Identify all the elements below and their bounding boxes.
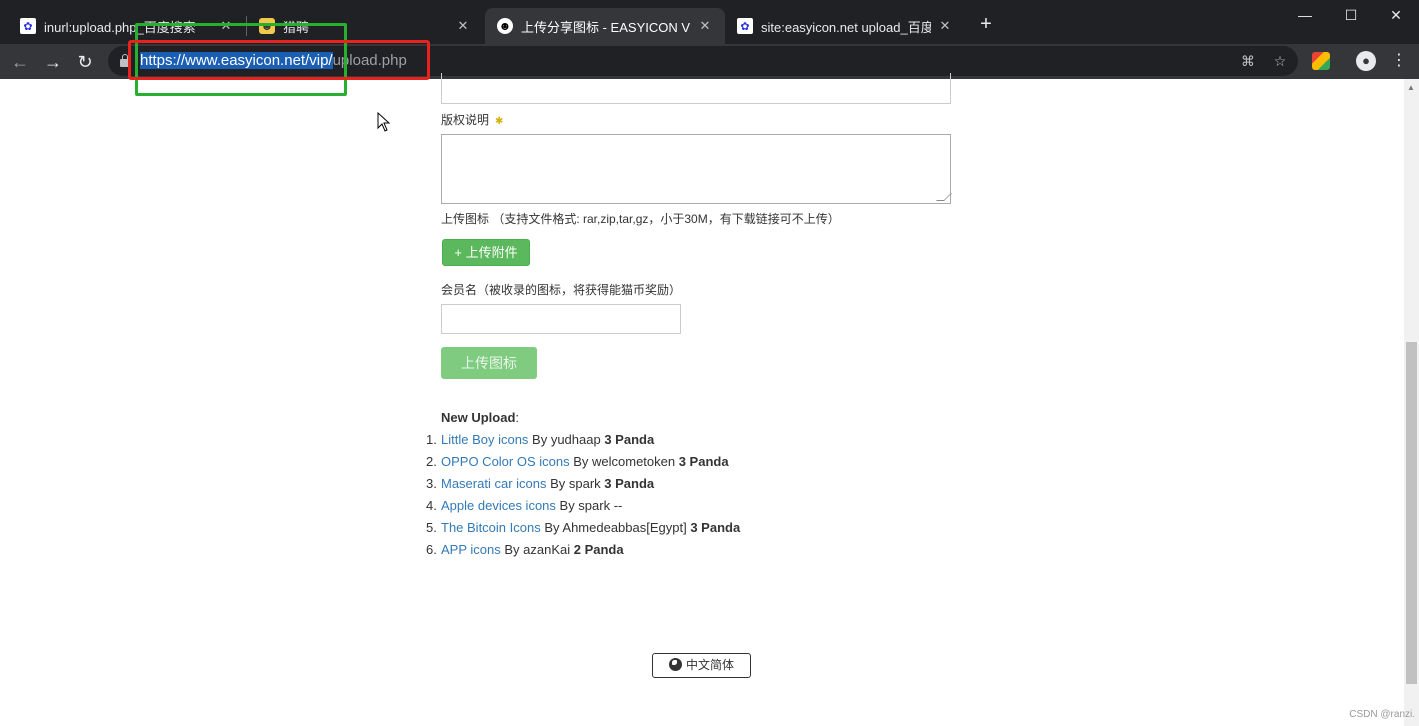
upload-link[interactable]: Little Boy icons bbox=[441, 432, 528, 447]
copyright-label-text: 版权说明 bbox=[441, 113, 490, 127]
scrollbar-thumb[interactable] bbox=[1406, 342, 1417, 684]
forward-arrow-icon[interactable]: → bbox=[39, 48, 67, 76]
red-annotation-box bbox=[128, 40, 430, 80]
new-upload-colon: : bbox=[515, 410, 520, 425]
item-number: 3. bbox=[426, 476, 437, 491]
new-upload-title: New Upload bbox=[441, 410, 516, 425]
profile-avatar-icon[interactable]: ● bbox=[1356, 51, 1376, 71]
upload-reward: 3 Panda bbox=[604, 476, 655, 491]
upload-reward: 3 Panda bbox=[690, 520, 741, 535]
new-upload-heading: New Upload: bbox=[441, 410, 519, 425]
baidu-icon: ✿ bbox=[737, 18, 753, 34]
upload-author: By yudhaap bbox=[528, 432, 605, 447]
submit-upload-button[interactable]: 上传图标 bbox=[441, 347, 537, 379]
tab-easyicon-active[interactable]: ☻ 上传分享图标 - EASYICON VIP ✕ bbox=[485, 8, 725, 44]
list-item: 5. The Bitcoin Icons By Ahmedeabbas[Egypt… bbox=[426, 520, 740, 542]
upload-reward: 3 Panda bbox=[678, 454, 729, 469]
window-close-icon[interactable]: ✕ bbox=[1373, 0, 1419, 30]
item-number: 2. bbox=[426, 454, 437, 469]
upload-author: By welcometoken bbox=[569, 454, 679, 469]
copyright-label: 版权说明 ✱ bbox=[441, 111, 503, 128]
maximize-icon[interactable]: ☐ bbox=[1328, 0, 1374, 30]
scroll-up-arrow-icon[interactable]: ▲ bbox=[1407, 83, 1415, 92]
close-tab-icon[interactable]: ✕ bbox=[455, 18, 471, 34]
back-arrow-icon[interactable]: ← bbox=[6, 48, 34, 76]
upload-icon-label: 上传图标 （支持文件格式: rar,zip,tar,gz，小于30M，有下载链接… bbox=[441, 212, 840, 226]
baidu-icon: ✿ bbox=[20, 18, 36, 34]
member-name-input[interactable] bbox=[441, 304, 681, 334]
item-number: 6. bbox=[426, 542, 437, 557]
panda-icon: ☻ bbox=[497, 18, 513, 34]
list-item: 3. Maserati car icons By spark 3 Panda bbox=[426, 476, 740, 498]
upload-link[interactable]: APP icons bbox=[441, 542, 501, 557]
reload-icon[interactable]: ↻ bbox=[71, 48, 99, 76]
language-label: 中文简体 bbox=[685, 658, 734, 672]
upload-reward: 2 Panda bbox=[573, 542, 624, 557]
language-switch-button[interactable]: 中文简体 bbox=[652, 653, 751, 678]
close-tab-icon[interactable]: ✕ bbox=[937, 18, 953, 34]
extension-icon[interactable] bbox=[1312, 52, 1330, 70]
globe-icon bbox=[668, 658, 682, 671]
item-number: 5. bbox=[426, 520, 437, 535]
previous-text-field[interactable] bbox=[441, 73, 951, 104]
upload-reward: 3 Panda bbox=[604, 432, 655, 447]
minimize-icon[interactable]: — bbox=[1282, 0, 1328, 30]
new-tab-button[interactable]: + bbox=[974, 12, 998, 36]
upload-link[interactable]: The Bitcoin Icons bbox=[441, 520, 541, 535]
list-item: 2. OPPO Color OS icons By welcometoken 3 … bbox=[426, 454, 740, 476]
required-mark: ✱ bbox=[495, 116, 504, 127]
page-content: 版权说明 ✱ 上传图标 （支持文件格式: rar,zip,tar,gz，小于30M… bbox=[0, 73, 1419, 726]
tab-title: 上传分享图标 - EASYICON VIP bbox=[521, 19, 691, 35]
close-tab-icon[interactable]: ✕ bbox=[697, 18, 713, 34]
tab-baidu-site[interactable]: ✿ site:easyicon.net upload_百度搜 ✕ bbox=[725, 8, 965, 44]
vertical-scrollbar[interactable]: ▲ bbox=[1404, 79, 1419, 726]
new-upload-list: 1. Little Boy icons By yudhaap 3 Panda 2.… bbox=[426, 432, 740, 564]
list-item: 1. Little Boy icons By yudhaap 3 Panda bbox=[426, 432, 740, 454]
upload-author: By spark -- bbox=[555, 498, 623, 513]
upload-link[interactable]: OPPO Color OS icons bbox=[441, 454, 570, 469]
upload-attachment-button[interactable]: + 上传附件 bbox=[442, 239, 530, 266]
bookmark-star-icon[interactable]: ☆ bbox=[1271, 52, 1289, 70]
item-number: 1. bbox=[426, 432, 437, 447]
mouse-cursor-icon bbox=[377, 112, 391, 132]
tab-title: site:easyicon.net upload_百度搜 bbox=[761, 19, 931, 35]
upload-link[interactable]: Apple devices icons bbox=[441, 498, 556, 513]
menu-kebab-icon[interactable]: ⋮ bbox=[1388, 50, 1410, 72]
item-number: 4. bbox=[426, 498, 437, 513]
resize-grip-icon[interactable] bbox=[936, 193, 952, 201]
upload-author: By Ahmedeabbas[Egypt] bbox=[540, 520, 691, 535]
csdn-watermark: CSDN @ranzi. bbox=[1349, 709, 1415, 720]
translate-icon[interactable]: ⌘ bbox=[1239, 52, 1257, 70]
list-item: 6. APP icons By azanKai 2 Panda bbox=[426, 542, 740, 564]
copyright-textarea[interactable] bbox=[441, 134, 952, 204]
upload-author: By azanKai bbox=[500, 542, 574, 557]
upload-link[interactable]: Maserati car icons bbox=[441, 476, 546, 491]
list-item: 4. Apple devices icons By spark -- bbox=[426, 498, 740, 520]
upload-author: By spark bbox=[546, 476, 605, 491]
member-name-label: 会员名（被收录的图标，将获得能猫币奖励） bbox=[441, 283, 682, 297]
